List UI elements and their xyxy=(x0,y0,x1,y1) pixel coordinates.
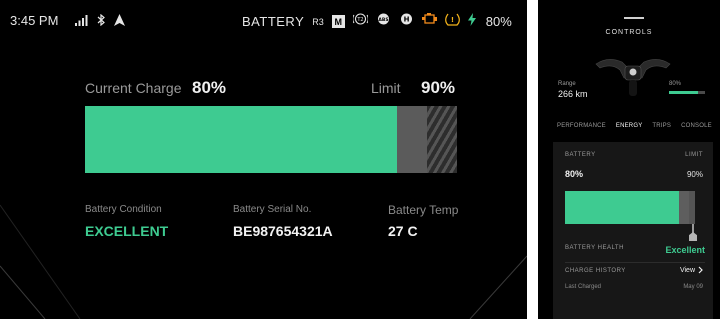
card-limit-segment xyxy=(679,191,689,224)
bluetooth-icon xyxy=(97,13,106,31)
svg-text:T2: T2 xyxy=(356,17,363,23)
charge-progress-fill xyxy=(85,106,397,173)
battery-serial-block: Battery Serial No. BE987654321A xyxy=(233,204,333,239)
ride-mode-label: R3 xyxy=(312,16,324,27)
view-label: View xyxy=(679,266,695,274)
last-charged-label: Last Charged xyxy=(565,284,602,290)
battery-percent-status: 80% xyxy=(485,14,512,29)
energy-card: BATTERY LIMIT 80% 90% BATTERY HEALTH Exc… xyxy=(553,142,713,319)
battery-temp-value: 27 C xyxy=(388,223,418,239)
mini-battery-percent: 80% xyxy=(669,81,682,87)
battery-condition-block: Battery Condition EXCELLENT xyxy=(85,204,168,239)
charge-limit-segment xyxy=(397,106,427,173)
svg-text:!: ! xyxy=(451,16,454,24)
current-charge-label: Current Charge xyxy=(85,80,182,96)
clock-time: 3:45 PM xyxy=(10,13,59,28)
drag-handle[interactable] xyxy=(624,17,644,19)
last-charged-value: May 09 xyxy=(683,284,703,290)
battery-serial-label: Battery Serial No. xyxy=(233,204,312,215)
charge-history-label: CHARGE HISTORY xyxy=(565,268,626,274)
mode-badge-icon: M xyxy=(331,15,345,28)
status-bar: 3:45 PM BATTERY R3 M T2 ABS H ! 80% xyxy=(0,0,527,40)
card-charge-fill xyxy=(565,191,679,224)
limit-label: Limit xyxy=(371,80,401,96)
mini-battery-fill xyxy=(669,91,698,94)
chevron-right-icon xyxy=(698,266,703,274)
mini-battery-bar xyxy=(669,91,705,94)
battery-health-label: BATTERY HEALTH xyxy=(565,245,624,251)
card-battery-value: 80% xyxy=(565,169,584,179)
tire-pressure-warning-icon: ! xyxy=(444,12,460,31)
view-history-link[interactable]: View xyxy=(680,266,703,274)
card-divider xyxy=(565,262,705,263)
dashboard-screen: 3:45 PM BATTERY R3 M T2 ABS H ! 80% Curr… xyxy=(0,0,527,319)
battery-health-value: Excellent xyxy=(665,245,705,255)
svg-text:H: H xyxy=(403,16,409,24)
motorcycle-image xyxy=(595,59,671,96)
engine-warning-icon xyxy=(421,12,437,31)
charge-header-row: Current Charge 80% Limit 90% xyxy=(85,78,457,100)
mode-badge-label: M xyxy=(334,16,343,27)
tab-performance[interactable]: PERFORMANCE xyxy=(557,123,606,129)
card-limit-label: LIMIT xyxy=(685,152,703,158)
tab-energy[interactable]: ENERGY xyxy=(616,123,643,129)
high-beam-icon: H xyxy=(399,12,414,31)
battery-temp-label: Battery Temp xyxy=(388,203,459,217)
navigation-icon xyxy=(114,13,125,31)
battery-screen-label: BATTERY xyxy=(242,14,305,29)
range-value: 266 km xyxy=(558,89,588,99)
battery-temp-block: Battery Temp 27 C xyxy=(388,203,458,239)
card-charge-bar[interactable] xyxy=(565,191,695,224)
battery-serial-value: BE987654321A xyxy=(233,223,333,239)
signal-icon xyxy=(75,13,89,31)
svg-text:ABS: ABS xyxy=(378,17,388,23)
battery-condition-label: Battery Condition xyxy=(85,204,162,215)
limit-slider-handle[interactable] xyxy=(689,232,697,241)
limit-value: 90% xyxy=(421,78,456,97)
charge-progress-bar[interactable] xyxy=(85,106,457,173)
phone-app-screen: CONTROLS Range 266 km 80% PERFORMANCE EN… xyxy=(538,0,720,319)
battery-condition-value: EXCELLENT xyxy=(85,223,169,239)
tab-console[interactable]: CONSOLE xyxy=(681,123,712,129)
tab-trips[interactable]: TRIPS xyxy=(652,123,671,129)
card-battery-label: BATTERY xyxy=(565,152,596,158)
card-limit-value: 90% xyxy=(686,170,703,179)
current-charge-value: 80% xyxy=(192,78,227,97)
traction-control-icon: T2 xyxy=(352,12,369,31)
tab-bar: PERFORMANCE ENERGY TRIPS CONSOLE xyxy=(557,123,712,129)
abs-icon: ABS xyxy=(376,12,391,31)
charging-bolt-icon xyxy=(467,12,476,31)
charge-unavailable-segment xyxy=(427,106,457,173)
controls-title: CONTROLS xyxy=(605,29,653,36)
range-label: Range xyxy=(558,81,576,87)
